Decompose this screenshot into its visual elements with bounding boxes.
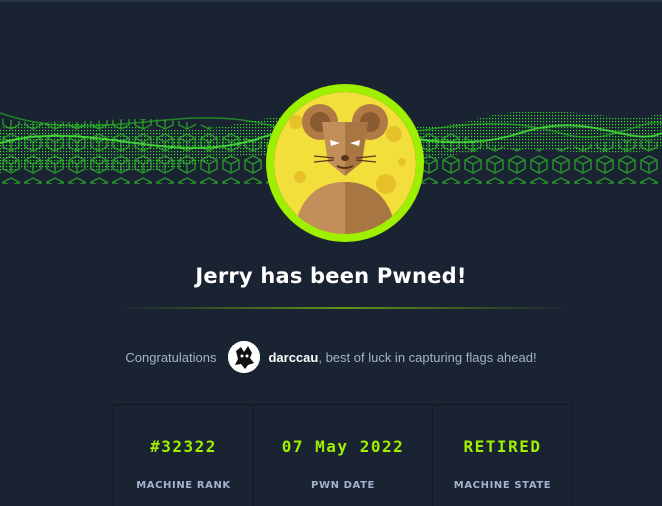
stat-pwn-date: 07 May 2022 PWN DATE (253, 405, 432, 506)
jerry-mouse-avatar-icon (274, 92, 416, 234)
stat-machine-rank: #32322 MACHINE RANK (114, 405, 253, 506)
top-border (0, 0, 662, 2)
congratulations-label: Congratulations (125, 349, 217, 365)
title-divider (118, 307, 570, 309)
page-title: Jerry has been Pwned! (195, 264, 467, 288)
machine-rank-value: #32322 (150, 437, 217, 456)
machine-avatar (266, 84, 424, 242)
machine-state-value: RETIRED (463, 437, 542, 456)
congratulations-suffix: , best of luck in capturing flags ahead! (318, 349, 537, 365)
pwned-page: Jerry has been Pwned! Congratulations da… (0, 0, 662, 506)
stat-machine-state: RETIRED MACHINE STATE (432, 405, 572, 506)
machine-stats: #32322 MACHINE RANK 07 May 2022 PWN DATE… (113, 404, 573, 506)
pwn-date-value: 07 May 2022 (281, 437, 405, 456)
username-link[interactable]: darccau (268, 350, 318, 365)
machine-rank-label: MACHINE RANK (136, 480, 231, 491)
congratulations-message: Congratulations darccau , best of luck i… (0, 341, 662, 373)
user-avatar[interactable] (228, 341, 261, 373)
user-avatar-icon (228, 341, 261, 373)
machine-state-label: MACHINE STATE (453, 480, 552, 491)
pwn-date-label: PWN DATE (311, 480, 375, 491)
